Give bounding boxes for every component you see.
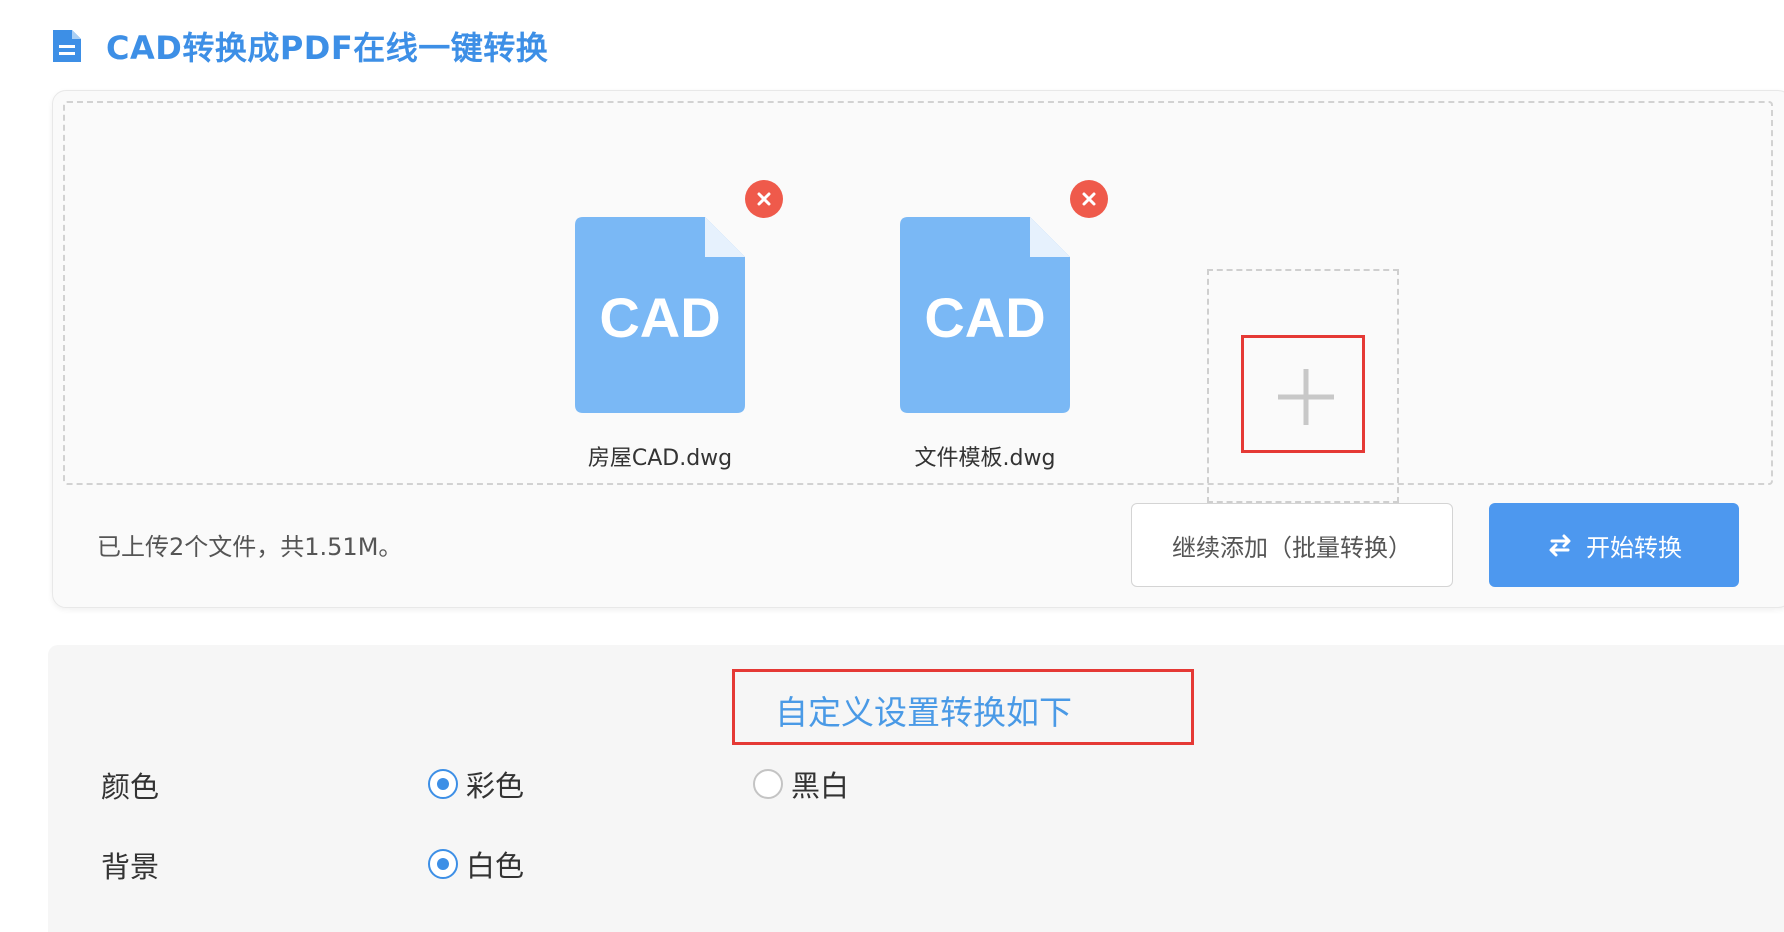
start-conversion-button[interactable]: 开始转换 xyxy=(1489,503,1739,587)
settings-title: 自定义设置转换如下 xyxy=(775,693,1072,732)
radio-white[interactable]: 白色 xyxy=(428,843,524,885)
radio-color[interactable]: 彩色 xyxy=(428,763,524,805)
upload-card: CAD 房屋CAD.dwg CAD 文件模板.dwg 已上传2个文件，共1.51… xyxy=(52,90,1784,608)
remove-file-icon[interactable] xyxy=(1070,180,1108,218)
radio-checked-icon xyxy=(428,769,458,799)
radio-unchecked-icon xyxy=(753,769,783,799)
cad-file-icon-label: CAD xyxy=(599,286,720,349)
highlight-box: 自定义设置转换如下 xyxy=(732,669,1194,745)
page-title: CAD转换成PDF在线一键转换 xyxy=(106,29,549,67)
remove-file-icon[interactable] xyxy=(745,180,783,218)
file-drop-zone[interactable]: CAD 房屋CAD.dwg CAD 文件模板.dwg xyxy=(63,101,1773,503)
radio-color-label: 彩色 xyxy=(466,769,525,803)
document-icon xyxy=(53,30,81,62)
upload-summary: 已上传2个文件，共1.51M。 xyxy=(97,533,403,561)
radio-black-white-label: 黑白 xyxy=(791,769,850,803)
swap-icon xyxy=(1549,534,1571,557)
cad-file-icon: CAD xyxy=(900,217,1070,413)
page: CAD转换成PDF在线一键转换 CAD 房屋CAD.dwg CAD 文件模板.d… xyxy=(0,0,1784,932)
start-conversion-label: 开始转换 xyxy=(1586,534,1682,562)
background-label: 背景 xyxy=(101,850,160,884)
file-item: CAD 房屋CAD.dwg xyxy=(555,175,783,475)
settings-panel: 自定义设置转换如下 颜色 彩色 黑白 背景 白色 xyxy=(48,645,1784,932)
add-file-button[interactable] xyxy=(1207,269,1399,503)
plus-icon xyxy=(1278,369,1334,425)
cad-file-icon-label: CAD xyxy=(924,286,1045,349)
file-item: CAD 文件模板.dwg xyxy=(880,175,1108,475)
radio-checked-icon xyxy=(428,849,458,879)
radio-black-white[interactable]: 黑白 xyxy=(753,763,849,805)
highlight-box xyxy=(1241,335,1365,453)
color-label: 颜色 xyxy=(101,770,160,804)
radio-white-label: 白色 xyxy=(466,849,525,883)
continue-adding-button[interactable]: 继续添加（批量转换） xyxy=(1131,503,1453,587)
file-name: 文件模板.dwg xyxy=(914,446,1056,471)
cad-file-icon: CAD xyxy=(575,217,745,413)
page-header: CAD转换成PDF在线一键转换 xyxy=(50,26,549,67)
file-name: 房屋CAD.dwg xyxy=(587,446,733,471)
